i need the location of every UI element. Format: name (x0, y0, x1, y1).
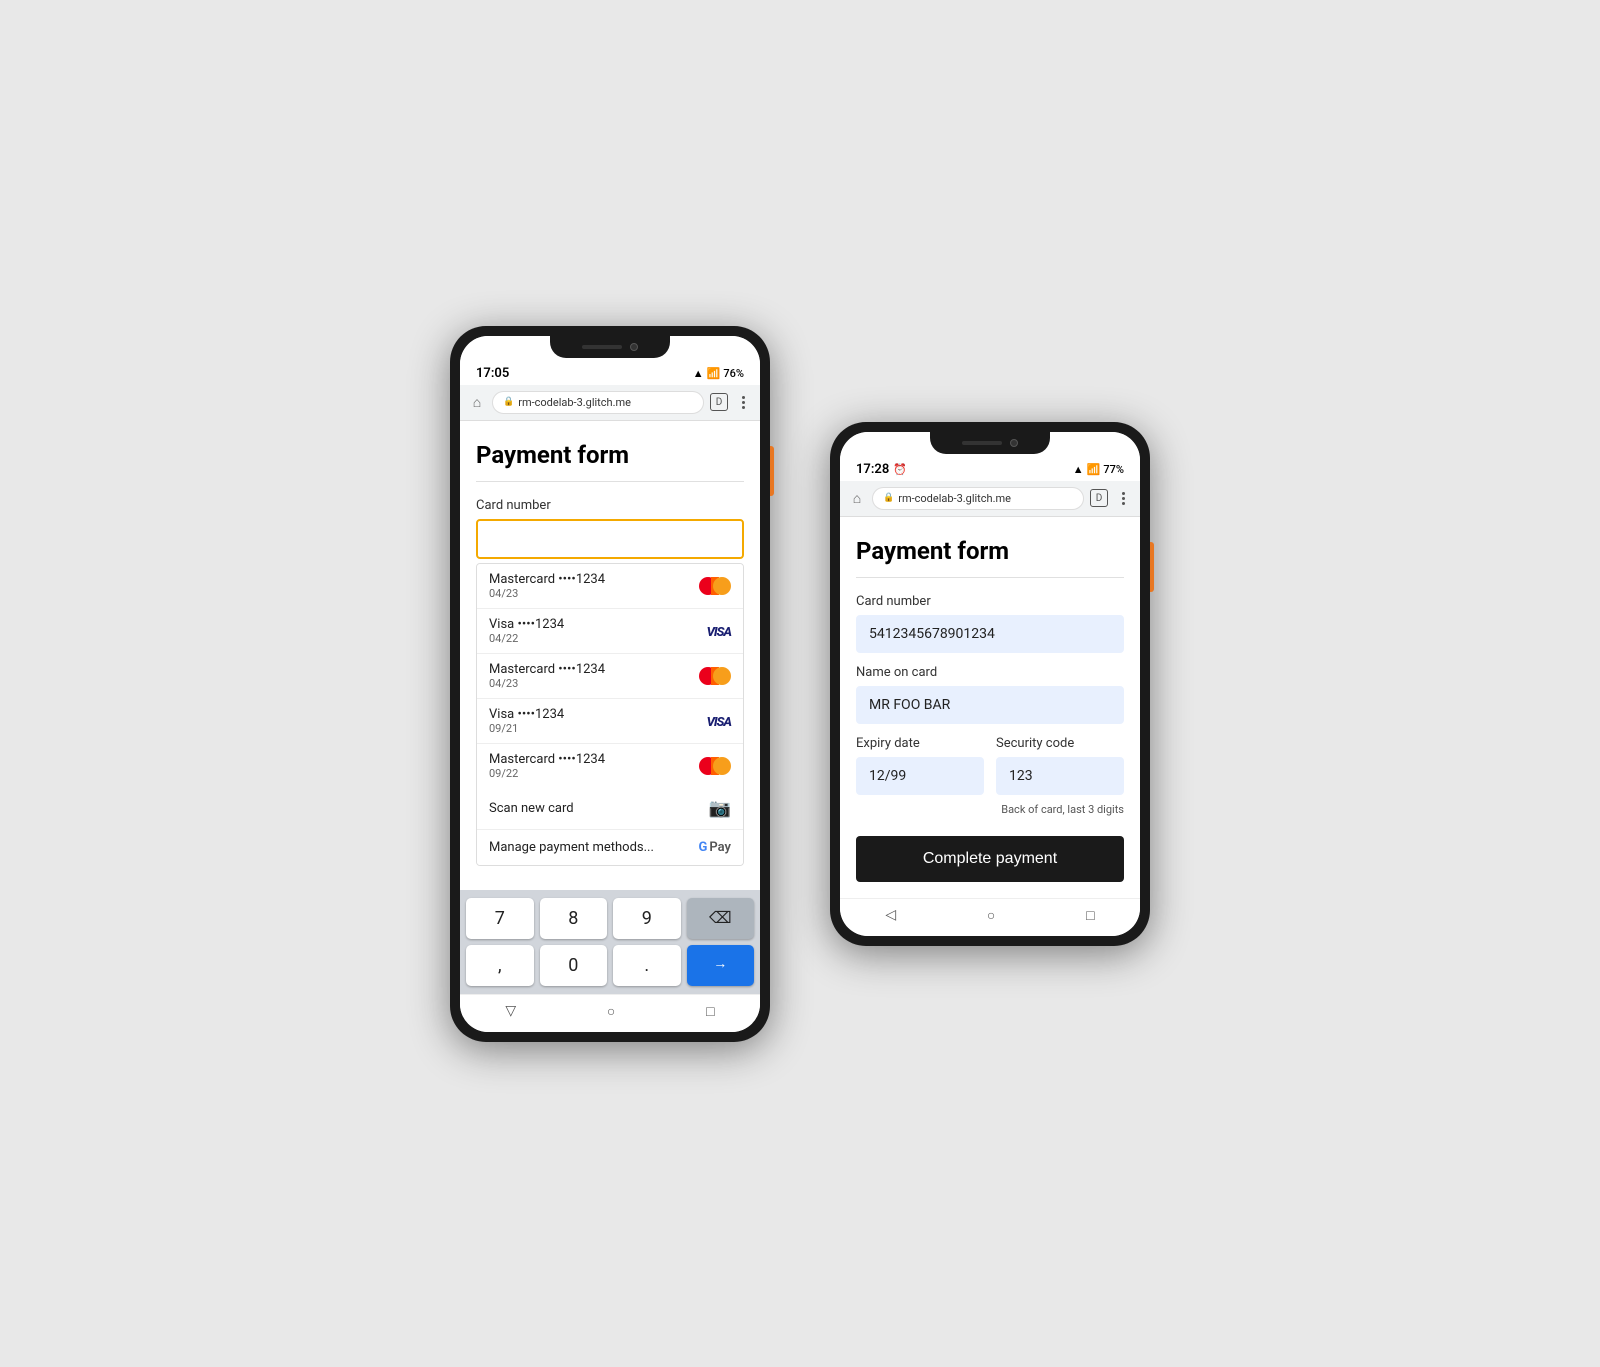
right-title-divider (856, 577, 1124, 578)
side-button (770, 446, 774, 496)
saved-card-item-1[interactable]: Visa ••••123404/22VISA (477, 609, 743, 654)
key-7[interactable]: 7 (466, 898, 534, 939)
left-page-content: Payment form Card number Mastercard ••••… (460, 421, 760, 890)
right-nav-home-icon[interactable]: ○ (987, 907, 995, 924)
right-lock-icon: 🔒 (883, 493, 894, 503)
right-nav-back-icon[interactable]: ◁ (885, 907, 896, 923)
key-dot[interactable]: . (613, 945, 681, 986)
camera-icon: 📷 (709, 798, 731, 819)
right-browser-menu-icon[interactable] (1114, 492, 1132, 505)
left-page-title: Payment form (476, 441, 744, 469)
expiry-security-row: Expiry date 12/99 Security code 123 (856, 736, 1124, 799)
left-browser-url[interactable]: 🔒 rm-codelab-3.glitch.me (492, 391, 704, 414)
wifi-icon: 📶 (707, 367, 721, 380)
right-card-number-value[interactable]: 5412345678901234 (856, 615, 1124, 653)
tab-icon[interactable]: D (710, 393, 728, 411)
gpay-pay-text: Pay (709, 840, 731, 855)
nav-home-icon[interactable]: ○ (607, 1003, 615, 1020)
right-status-bar: 17:28 ⏰ ▲ 📶 77% (840, 456, 1140, 481)
right-battery-icon: 77% (1103, 463, 1124, 476)
left-browser-bar: ⌂ 🔒 rm-codelab-3.glitch.me D (460, 385, 760, 421)
right-tab-icon[interactable]: D (1090, 489, 1108, 507)
left-status-icons: ▲ 📶 76% (693, 367, 744, 380)
right-phone-wrapper: 17:28 ⏰ ▲ 📶 77% ⌂ 🔒 rm-codelab-3.glitch.… (830, 422, 1150, 946)
saved-card-item-0[interactable]: Mastercard ••••123404/23 (477, 564, 743, 609)
saved-card-item-4[interactable]: Mastercard ••••123409/22 (477, 744, 743, 788)
saved-card-item-3[interactable]: Visa ••••123409/21VISA (477, 699, 743, 744)
expiry-field: Expiry date 12/99 (856, 736, 984, 799)
keyboard-row-2: , 0 . → (466, 945, 754, 986)
right-time: 17:28 (856, 462, 889, 477)
saved-card-item-2[interactable]: Mastercard ••••123404/23 (477, 654, 743, 699)
right-signal-icon: ▲ (1073, 463, 1084, 476)
gpay-logo: G Pay (699, 840, 732, 855)
right-url-text: rm-codelab-3.glitch.me (898, 492, 1011, 505)
right-card-number-label: Card number (856, 594, 1124, 609)
alarm-icon: ⏰ (893, 463, 907, 476)
right-browser-bar: ⌂ 🔒 rm-codelab-3.glitch.me D (840, 481, 1140, 517)
name-on-card-label: Name on card (856, 665, 1124, 680)
complete-payment-button[interactable]: Complete payment (856, 836, 1124, 882)
right-nav-bar: ◁ ○ □ (840, 898, 1140, 936)
keyboard-row-1: 7 8 9 ⌫ (466, 898, 754, 939)
scan-label: Scan new card (489, 801, 574, 816)
right-status-icons: ▲ 📶 77% (1073, 463, 1124, 476)
key-8[interactable]: 8 (540, 898, 608, 939)
left-notch (550, 336, 670, 358)
expiry-value[interactable]: 12/99 (856, 757, 984, 795)
name-on-card-value[interactable]: MR FOO BAR (856, 686, 1124, 724)
right-phone-inner: 17:28 ⏰ ▲ 📶 77% ⌂ 🔒 rm-codelab-3.glitch.… (840, 432, 1140, 936)
title-divider (476, 481, 744, 482)
lock-icon: 🔒 (503, 397, 514, 407)
right-browser-url[interactable]: 🔒 rm-codelab-3.glitch.me (872, 487, 1084, 510)
left-phone: 17:05 ▲ 📶 76% ⌂ 🔒 rm-codelab-3.glitch.me… (450, 326, 770, 1042)
nav-back-icon[interactable]: ▽ (505, 1003, 516, 1019)
card-number-label: Card number (476, 498, 744, 513)
key-delete[interactable]: ⌫ (687, 898, 755, 939)
right-phone: 17:28 ⏰ ▲ 📶 77% ⌂ 🔒 rm-codelab-3.glitch.… (830, 422, 1150, 946)
left-time: 17:05 (476, 366, 509, 381)
card-number-input[interactable] (476, 519, 744, 559)
right-notch-speaker (962, 441, 1002, 445)
right-status-left: 17:28 ⏰ (856, 462, 907, 477)
left-keyboard: 7 8 9 ⌫ , 0 . → (460, 890, 760, 994)
expiry-label: Expiry date (856, 736, 984, 751)
right-page-content: Payment form Card number 541234567890123… (840, 517, 1140, 898)
key-0[interactable]: 0 (540, 945, 608, 986)
gpay-g: G (699, 840, 708, 855)
left-phone-wrapper: 17:05 ▲ 📶 76% ⌂ 🔒 rm-codelab-3.glitch.me… (450, 326, 770, 1042)
key-9[interactable]: 9 (613, 898, 681, 939)
url-text: rm-codelab-3.glitch.me (518, 396, 631, 409)
right-side-button (1150, 542, 1154, 592)
left-nav-bar: ▽ ○ □ (460, 994, 760, 1032)
scan-new-card-item[interactable]: Scan new card 📷 (477, 788, 743, 830)
home-icon[interactable]: ⌂ (468, 393, 486, 411)
security-label: Security code (996, 736, 1124, 751)
right-wifi-icon: 📶 (1087, 463, 1101, 476)
right-nav-recents-icon[interactable]: □ (1086, 907, 1094, 924)
notch-camera (630, 343, 638, 351)
left-status-bar: 17:05 ▲ 📶 76% (460, 360, 760, 385)
autofill-dropdown: Mastercard ••••123404/23Visa ••••123404/… (476, 563, 744, 866)
security-hint: Back of card, last 3 digits (856, 803, 1124, 816)
right-notch-camera (1010, 439, 1018, 447)
browser-menu-icon[interactable] (734, 396, 752, 409)
left-phone-inner: 17:05 ▲ 📶 76% ⌂ 🔒 rm-codelab-3.glitch.me… (460, 336, 760, 1032)
right-notch (930, 432, 1050, 454)
nav-recents-icon[interactable]: □ (706, 1003, 714, 1020)
battery-icon: 76% (723, 367, 744, 380)
signal-icon: ▲ (693, 367, 704, 380)
key-comma[interactable]: , (466, 945, 534, 986)
key-arrow[interactable]: → (687, 945, 755, 986)
right-page-title: Payment form (856, 537, 1124, 565)
right-home-icon[interactable]: ⌂ (848, 489, 866, 507)
notch-speaker (582, 345, 622, 349)
security-field: Security code 123 (996, 736, 1124, 799)
security-value[interactable]: 123 (996, 757, 1124, 795)
manage-label: Manage payment methods... (489, 840, 654, 855)
manage-payment-item[interactable]: Manage payment methods... G Pay (477, 830, 743, 865)
